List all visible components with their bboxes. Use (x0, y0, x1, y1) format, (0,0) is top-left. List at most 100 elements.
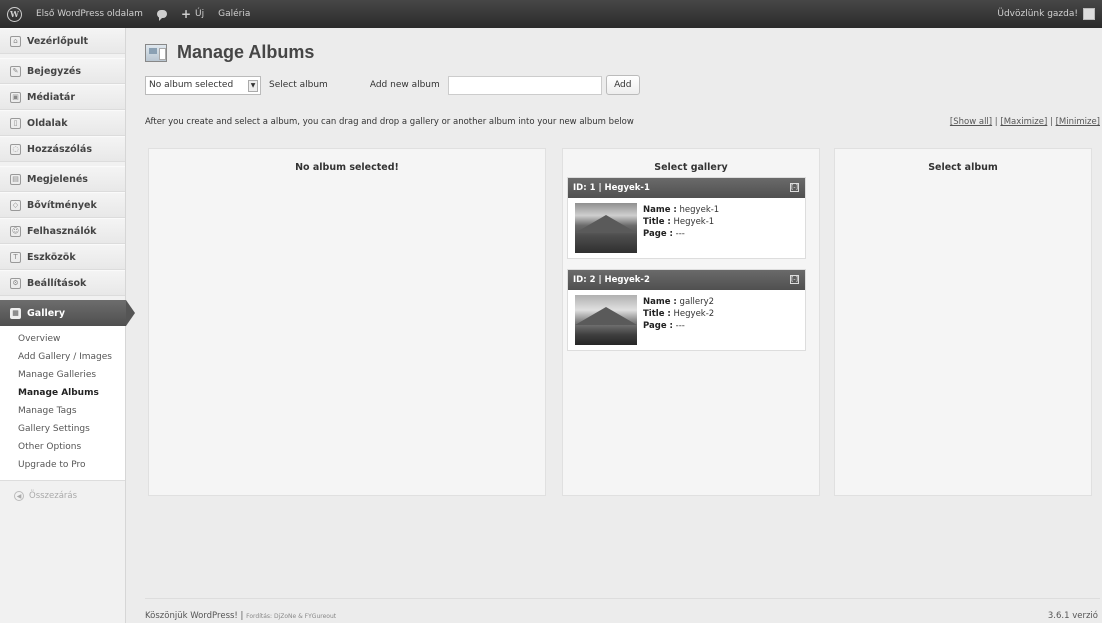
comment-icon: ◌ (10, 143, 21, 155)
settings-icon: ⚙ (10, 277, 21, 289)
footer-credits: Köszönjük WordPress! | Fordítás: DjZoNe … (145, 611, 336, 621)
wp-logo-button[interactable]: W (0, 0, 29, 28)
menu-label: Oldalak (27, 117, 68, 129)
gallery-link[interactable]: Galéria (211, 0, 257, 28)
site-name-link[interactable]: Első WordPress oldalam (29, 0, 150, 28)
menu-media[interactable]: ▣ Médiatár (0, 84, 125, 110)
admin-sidebar: ⌂ Vezérlőpult ✎ Bejegyzés ▣ Médiatár ▯ Oldal… (0, 28, 135, 623)
album-panel-title: No album selected! (295, 162, 399, 173)
gallery-icon: ▦ (10, 307, 21, 319)
menu-label: Megjelenés (27, 173, 88, 185)
maximize-link[interactable]: [Maximize] (1000, 117, 1047, 127)
menu-label: Vezérlőpult (27, 35, 89, 47)
new-content-button[interactable]: + Új (174, 0, 211, 28)
gallery-item-header[interactable]: ID: 1 | Hegyek-1 [-] (568, 178, 805, 198)
new-album-input[interactable] (447, 75, 602, 95)
submenu-add-gallery[interactable]: Add Gallery / Images (0, 348, 125, 366)
main-content: Manage Albums No album selected ▼ Select… (127, 28, 1102, 623)
page-title: Manage Albums (177, 42, 315, 62)
select-album-panel: Select album (834, 148, 1092, 496)
album-drop-panel[interactable]: No album selected! (148, 148, 546, 496)
menu-settings[interactable]: ⚙ Beállítások (0, 270, 125, 296)
menu-posts[interactable]: ✎ Bejegyzés (0, 58, 125, 84)
gallery-title: Hegyek-2 (673, 309, 715, 319)
name-label: Name : (643, 297, 677, 307)
gallery-item-body: Name : hegyek-1 Title : Hegyek-1 Page : … (568, 198, 805, 258)
gallery-page: --- (675, 229, 685, 239)
instructions-text: After you create and select a album, you… (145, 117, 634, 127)
menu-comments[interactable]: ◌ Hozzászólás (0, 136, 125, 162)
select-album-label: Select album (269, 80, 328, 90)
submenu-manage-galleries[interactable]: Manage Galleries (0, 366, 125, 384)
albums-page-icon (145, 43, 167, 62)
menu-plugins[interactable]: ◇ Bővítmények (0, 192, 125, 218)
submenu-manage-albums[interactable]: Manage Albums (0, 384, 125, 402)
page-label: Page : (643, 321, 673, 331)
submenu-upgrade-pro[interactable]: Upgrade to Pro (0, 456, 125, 474)
comments-button[interactable] (150, 0, 174, 28)
greeting-text: Üdvözlünk gazda! (997, 9, 1078, 19)
menu-tools[interactable]: T Eszközök (0, 244, 125, 270)
name-label: Name : (643, 205, 677, 215)
submenu-gallery-settings[interactable]: Gallery Settings (0, 420, 125, 438)
menu-label: Bejegyzés (27, 65, 82, 77)
minimize-link[interactable]: [Minimize] (1056, 117, 1100, 127)
submenu-overview[interactable]: Overview (0, 330, 125, 348)
gallery-meta: Name : hegyek-1 Title : Hegyek-1 Page : … (643, 203, 719, 250)
plugin-icon: ◇ (10, 199, 21, 211)
collapse-arrow-icon: ◀ (14, 491, 24, 501)
footer-translators: Fordítás: DjZoNe & FYGureout (246, 613, 337, 620)
menu-pages[interactable]: ▯ Oldalak (0, 110, 125, 136)
pin-icon: ✎ (10, 65, 21, 77)
page-label: Page : (643, 229, 673, 239)
show-all-link[interactable]: [Show all] (950, 117, 992, 127)
separator: | (1047, 117, 1056, 127)
gallery-list-panel: Select gallery ID: 1 | Hegyek-1 [-] Name… (562, 148, 820, 496)
separator: | (237, 611, 247, 621)
collapse-label: Összezárás (29, 491, 78, 501)
gallery-title: Hegyek-1 (673, 217, 715, 227)
menu-label: Felhasználók (27, 225, 97, 237)
gallery-name: gallery2 (679, 297, 715, 307)
gallery-item-title: ID: 1 | Hegyek-1 (573, 183, 650, 193)
account-menu[interactable]: Üdvözlünk gazda! (990, 0, 1102, 28)
gallery-item-title: ID: 2 | Hegyek-2 (573, 275, 650, 285)
avatar (1083, 8, 1095, 20)
menu-label: Beállítások (27, 277, 87, 289)
comment-bubble-icon (156, 10, 167, 21)
album-select[interactable]: No album selected ▼ (145, 75, 261, 95)
view-links: [Show all] | [Maximize] | [Minimize] (950, 117, 1100, 127)
menu-label: Bővítmények (27, 199, 97, 211)
menu-label: Médiatár (27, 91, 76, 103)
menu-appearance[interactable]: ▤ Megjelenés (0, 166, 125, 192)
menu-dashboard[interactable]: ⌂ Vezérlőpult (0, 28, 125, 54)
gallery-submenu: Overview Add Gallery / Images Manage Gal… (0, 326, 125, 481)
submenu-manage-tags[interactable]: Manage Tags (0, 402, 125, 420)
media-icon: ▣ (10, 91, 21, 103)
footer-divider (145, 598, 1100, 599)
gallery-meta: Name : gallery2 Title : Hegyek-2 Page : … (643, 295, 714, 342)
new-content-label: Új (195, 9, 205, 19)
page-icon: ▯ (10, 117, 21, 129)
menu-label: Eszközök (27, 251, 76, 263)
menu-gallery[interactable]: ▦ Gallery (0, 300, 135, 326)
submenu-other-options[interactable]: Other Options (0, 438, 125, 456)
album-select-value: No album selected (149, 80, 234, 90)
menu-users[interactable]: ☺ Felhasználók (0, 218, 125, 244)
footer-version: 3.6.1 verzió (1047, 611, 1098, 621)
gallery-panel-title: Select gallery (654, 162, 728, 173)
footer-thanks-link[interactable]: Köszönjük WordPress! (145, 611, 238, 621)
collapse-toggle-icon[interactable]: [-] (790, 275, 799, 284)
gallery-item[interactable]: ID: 2 | Hegyek-2 [-] Name : gallery2 Tit… (567, 269, 806, 351)
gallery-item-body: Name : gallery2 Title : Hegyek-2 Page : … (568, 290, 805, 350)
collapse-toggle-icon[interactable]: [-] (790, 183, 799, 192)
appearance-icon: ▤ (10, 173, 21, 185)
wordpress-icon: W (7, 6, 22, 22)
collapse-menu-button[interactable]: ◀ Összezárás (0, 481, 125, 511)
add-album-button[interactable]: Add (605, 75, 640, 95)
add-new-album-label: Add new album (369, 80, 440, 90)
users-icon: ☺ (10, 225, 21, 237)
gallery-item[interactable]: ID: 1 | Hegyek-1 [-] Name : hegyek-1 Tit… (567, 177, 806, 259)
gallery-item-header[interactable]: ID: 2 | Hegyek-2 [-] (568, 270, 805, 290)
menu-label: Hozzászólás (27, 143, 92, 155)
